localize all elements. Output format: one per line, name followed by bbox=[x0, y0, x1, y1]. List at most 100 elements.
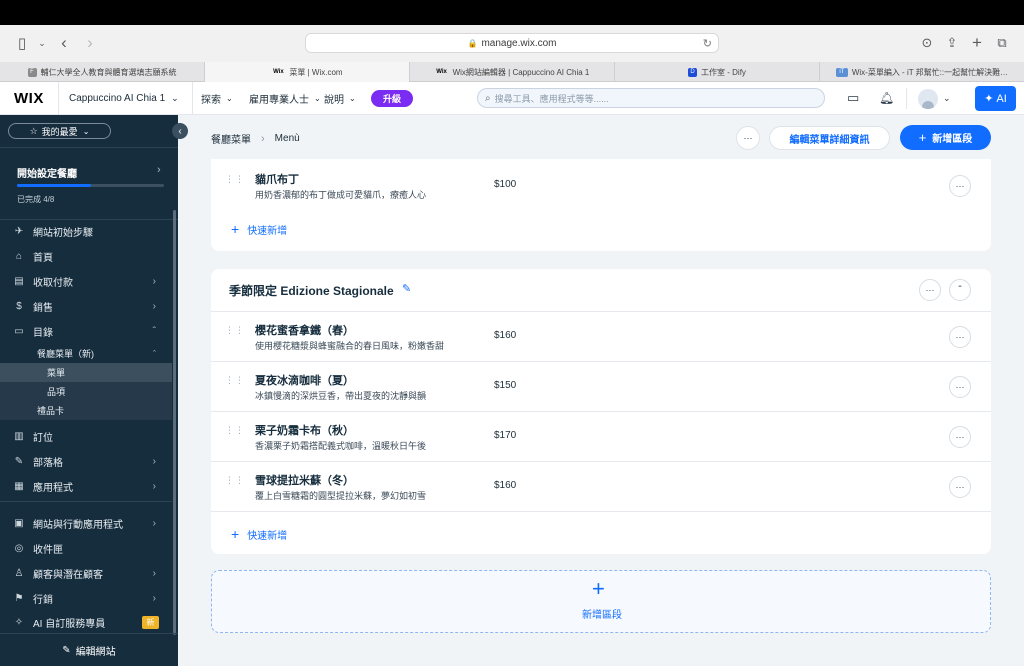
browser-tab-active[interactable]: Wix 菜單 | Wix.com bbox=[205, 62, 410, 82]
item-more-button[interactable]: ··· bbox=[949, 476, 971, 498]
browser-tab[interactable]: F 輔仁大學全人教育與體育選填志願系統 bbox=[0, 62, 205, 82]
upgrade-button[interactable]: 升級 bbox=[371, 90, 413, 107]
item-more-button[interactable]: ··· bbox=[949, 376, 971, 398]
collapse-sidebar-button[interactable]: ‹ bbox=[172, 123, 188, 139]
chevron-down-icon[interactable]: ⌄ bbox=[32, 33, 52, 53]
drag-handle-icon[interactable]: ⋮⋮ bbox=[225, 326, 244, 344]
reload-icon[interactable]: ↻ bbox=[703, 37, 712, 50]
section-more-button[interactable]: ··· bbox=[919, 279, 941, 301]
chat-icon[interactable]: ▭ bbox=[847, 90, 859, 106]
sidebar-item-label: 應用程式 bbox=[33, 483, 73, 494]
menu-item-row[interactable]: ⋮⋮ 櫻花蜜香拿鐵（春） 使用櫻花糖漿與蜂蜜融合的春日風味，粉嫩香甜 $160 … bbox=[211, 311, 991, 361]
new-tab-icon[interactable]: + bbox=[967, 33, 987, 53]
chevron-right-icon: › bbox=[261, 132, 265, 145]
setup-card[interactable]: 開始設定餐廳 › 已完成 4/8 bbox=[0, 155, 172, 215]
sidebar-item-setup-steps[interactable]: ✈ 網站初始步驟 bbox=[0, 219, 172, 244]
search-icon: ⌕ bbox=[485, 92, 491, 104]
drag-handle-icon[interactable]: ⋮⋮ bbox=[225, 476, 244, 494]
sidebar-subitem-restaurant-menus[interactable]: 餐廳菜單（新) ˆ bbox=[0, 344, 172, 363]
menu-item-row[interactable]: ⋮⋮ 夏夜冰滴咖啡（夏） 冰鎮慢滴的深烘豆香，帶出夏夜的沈靜與韻 $150 ··… bbox=[211, 361, 991, 411]
menu-item-row[interactable]: ⋮⋮ 貓爪布丁 用奶香濃郁的布丁做成可愛貓爪，療癒人心 $100 ··· bbox=[211, 161, 991, 211]
divider bbox=[192, 82, 193, 115]
chevron-down-icon[interactable]: ⌄ bbox=[943, 93, 951, 104]
edit-title-icon[interactable]: ✎ bbox=[402, 282, 411, 295]
edit-site-label: 編輯網站 bbox=[75, 646, 116, 658]
sidebar-item-blog[interactable]: ✎ 部落格 › bbox=[0, 449, 172, 474]
favorites-button[interactable]: ☆ 我的最愛 ⌄ bbox=[8, 123, 111, 139]
menu-item-row[interactable]: ⋮⋮ 雪球提拉米蘇（冬） 覆上白雪糖霜的圓型提拉米蘇，夢幻如初雪 $160 ··… bbox=[211, 461, 991, 511]
rocket-icon: ✈ bbox=[14, 226, 24, 237]
edit-menu-details-button[interactable]: 編輯菜單詳細資訊 bbox=[769, 126, 890, 150]
browser-tab[interactable]: Wix Wix網站編輯器 | Cappuccino AI Chia 1 bbox=[410, 62, 615, 82]
item-description: 用奶香濃郁的布丁做成可愛貓爪，療癒人心 bbox=[255, 190, 427, 200]
quick-add-button[interactable]: + 快速新增 bbox=[231, 526, 287, 542]
drag-handle-icon[interactable]: ⋮⋮ bbox=[225, 426, 244, 444]
menu-explore[interactable]: 探索 ⌄ bbox=[201, 91, 233, 106]
tab-favicon: iT bbox=[835, 67, 848, 77]
menu-help[interactable]: 說明 ⌄ bbox=[324, 91, 356, 106]
sidebar-item-catalog[interactable]: ▭ 目錄 ˆ bbox=[0, 319, 172, 344]
drag-handle-icon[interactable]: ⋮⋮ bbox=[225, 376, 244, 394]
item-more-button[interactable]: ··· bbox=[949, 175, 971, 197]
item-price: $100 bbox=[494, 179, 517, 190]
ai-button[interactable]: ✦ AI bbox=[975, 86, 1016, 111]
quick-add-button[interactable]: + 快速新增 bbox=[231, 221, 287, 237]
wix-header: WIX Cappuccino AI Chia 1 ⌄ 探索 ⌄ 雇用專業人士 ⌄ 說… bbox=[0, 82, 1024, 115]
collapse-section-button[interactable]: ˆ bbox=[949, 279, 971, 301]
sidebar-item-customers[interactable]: ♙ 顧客與潛在顧客 › bbox=[0, 561, 172, 586]
sidebar-item-label: 收件匣 bbox=[33, 545, 63, 556]
add-section-button[interactable]: + 新增區段 bbox=[900, 125, 991, 150]
sidebar-item-ai-agent[interactable]: ✧ AI 自訂服務專員 新 bbox=[0, 611, 172, 633]
sidebar-item-label: 網站與行動應用程式 bbox=[33, 520, 123, 531]
item-description: 使用櫻花糖漿與蜂蜜融合的春日風味，粉嫩香甜 bbox=[255, 341, 445, 351]
sidebar-item-payments[interactable]: ▤ 收取付款 › bbox=[0, 269, 172, 294]
download-icon[interactable]: ⊙ bbox=[917, 33, 937, 53]
item-more-button[interactable]: ··· bbox=[949, 426, 971, 448]
drag-handle-icon[interactable]: ⋮⋮ bbox=[225, 175, 244, 193]
user-icon bbox=[922, 101, 934, 109]
menu-item-row[interactable]: ⋮⋮ 栗子奶霜卡布（秋） 香濃栗子奶霜搭配義式咖啡，溫暖秋日午後 $170 ··… bbox=[211, 411, 991, 461]
sidebar-subitem-menus[interactable]: 菜單 bbox=[0, 363, 172, 382]
more-actions-button[interactable]: ··· bbox=[736, 126, 760, 150]
edit-site-button[interactable]: ✎ 編輯網站 bbox=[0, 633, 178, 666]
progress-bar bbox=[17, 184, 164, 187]
sidebar-item-reservations[interactable]: ▥ 訂位 bbox=[0, 424, 172, 449]
tab-title: 菜單 | Wix.com bbox=[289, 67, 343, 77]
url-bar[interactable]: 🔒 manage.wix.com ↻ bbox=[305, 33, 719, 53]
menu-hire[interactable]: 雇用專業人士 ⌄ bbox=[249, 91, 321, 106]
sidebar-item-home[interactable]: ⌂ 首頁 bbox=[0, 244, 172, 269]
avatar[interactable] bbox=[918, 89, 938, 109]
item-more-button[interactable]: ··· bbox=[949, 326, 971, 348]
back-icon[interactable]: ‹ bbox=[54, 33, 74, 53]
sidebar-item-label: 首頁 bbox=[33, 253, 53, 264]
sidebar-scrollbar[interactable] bbox=[173, 210, 176, 635]
forward-icon[interactable]: › bbox=[80, 33, 100, 53]
chevron-up-icon: ˆ bbox=[958, 284, 962, 296]
sidebar-item-marketing[interactable]: ⚑ 行銷 › bbox=[0, 586, 172, 611]
chevron-down-icon: ⌄ bbox=[349, 93, 356, 103]
browser-tab[interactable]: D 工作室 - Dify bbox=[615, 62, 820, 82]
site-selector[interactable]: Cappuccino AI Chia 1 ⌄ bbox=[69, 93, 179, 104]
sidebar-subitem-gift-card[interactable]: 禮品卡 bbox=[0, 401, 172, 420]
notification-bell-icon[interactable]: 🔔︎ bbox=[879, 91, 894, 105]
sidebar-item-label: 網站初始步驟 bbox=[33, 228, 93, 239]
apps-icon: ▦ bbox=[14, 481, 24, 492]
sidebar-item-site-and-app[interactable]: ▣ 網站與行動應用程式 › bbox=[0, 511, 172, 536]
sidebar-item-sales[interactable]: $ 銷售 › bbox=[0, 294, 172, 319]
sidebar-toggle-icon[interactable]: ▯ bbox=[12, 33, 32, 53]
tab-overview-icon[interactable]: ⧉ bbox=[992, 33, 1012, 53]
search-bar[interactable]: ⌕ 搜尋工具、應用程式等等...... bbox=[477, 88, 825, 108]
browser-tab[interactable]: iT Wix-菜單編入 - iT 邦幫忙::一起幫忙解決難… bbox=[820, 62, 1024, 82]
add-section-box[interactable]: + 新增區段 bbox=[211, 570, 991, 633]
item-name: 夏夜冰滴咖啡（夏） bbox=[255, 375, 354, 387]
sidebar-subitem-items[interactable]: 品項 bbox=[0, 382, 172, 401]
plus-icon: + bbox=[592, 576, 605, 601]
sidebar-item-inbox[interactable]: ◎ 收件匣 bbox=[0, 536, 172, 561]
browser-tabs: F 輔仁大學全人教育與體育選填志願系統 Wix 菜單 | Wix.com Wix Wi… bbox=[0, 62, 1024, 82]
sidebar-item-apps[interactable]: ▦ 應用程式 › bbox=[0, 474, 172, 499]
quick-add-label: 快速新增 bbox=[247, 225, 288, 237]
share-icon[interactable]: ⇪ bbox=[942, 33, 962, 53]
wix-logo[interactable]: WIX bbox=[14, 90, 44, 107]
plus-icon: + bbox=[918, 130, 927, 145]
breadcrumb-link[interactable]: 餐廳菜單 bbox=[211, 131, 251, 146]
